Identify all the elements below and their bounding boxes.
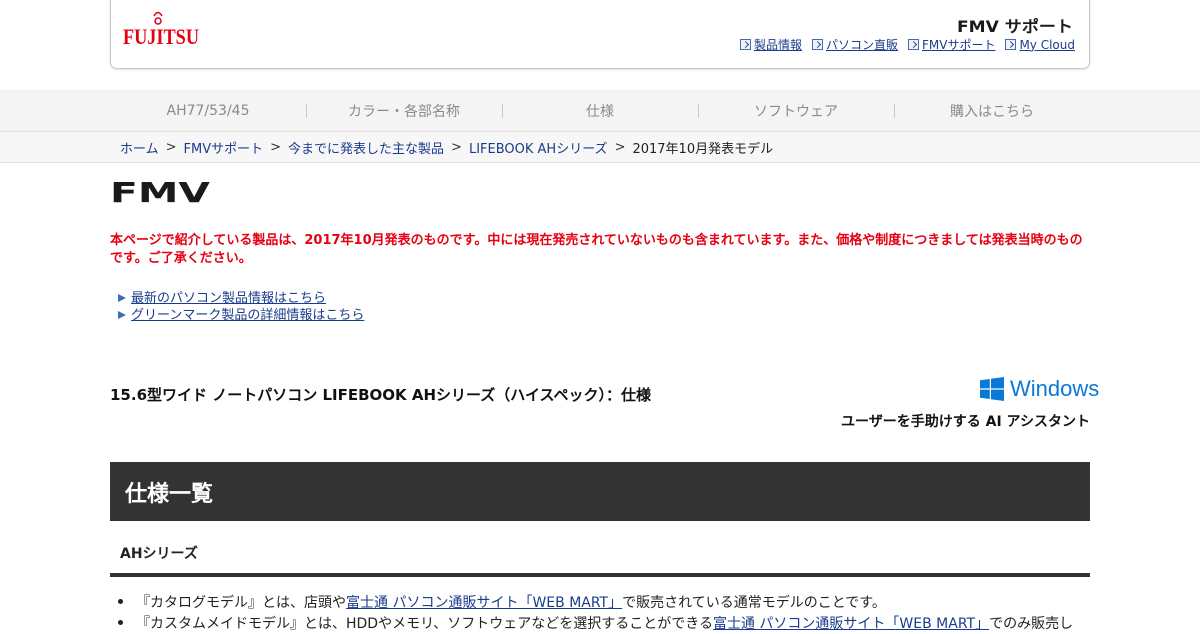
note-text: 『カタログモデル』とは、店頭や xyxy=(136,595,346,611)
breadcrumb-home[interactable]: ホーム xyxy=(120,138,159,157)
windows-logo-text: Windows xyxy=(1010,376,1100,401)
breadcrumb-past-products[interactable]: 今までに発表した主な製品 xyxy=(288,138,444,157)
breadcrumb-bar: ホーム > FMVサポート > 今までに発表した主な製品 > LIFEBOOK … xyxy=(0,131,1200,163)
web-mart-link[interactable]: 富士通 パソコン通販サイト「WEB MART」 xyxy=(346,595,622,611)
arrow-box-icon xyxy=(811,39,823,50)
release-notice: 本ページで紹介している製品は、2017年10月発表のものです。中には現在発売され… xyxy=(110,233,1083,266)
fujitsu-logo-text: FUJITSU xyxy=(123,24,199,49)
top-link-products[interactable]: 製品情報 xyxy=(739,36,802,53)
breadcrumb-lifebook-ah[interactable]: LIFEBOOK AHシリーズ xyxy=(469,138,608,157)
info-link-item: 最新のパソコン製品情報はこちら xyxy=(118,288,364,306)
tab-models[interactable]: AH77/53/45 xyxy=(110,90,306,132)
breadcrumb-fmv-support[interactable]: FMVサポート xyxy=(184,138,264,157)
fujitsu-logo[interactable]: FUJITSU xyxy=(123,9,203,49)
fmv-logo-text: FMV xyxy=(110,179,210,204)
triangle-bullet-icon xyxy=(118,310,126,319)
series-label: AHシリーズ xyxy=(120,546,198,562)
model-notes: 『カタログモデル』とは、店頭や富士通 パソコン通販サイト「WEB MART」で販… xyxy=(118,592,1090,634)
nav-bar: AH77/53/45 カラー・各部名称 仕様 ソフトウェア 購入はこちら xyxy=(0,90,1200,132)
note-text: で販売されている通常モデルのことです。 xyxy=(622,595,886,611)
fmv-logo: FMV xyxy=(110,179,210,204)
tab-purchase[interactable]: 購入はこちら xyxy=(894,90,1090,132)
green-mark-link[interactable]: グリーンマーク製品の詳細情報はこちら xyxy=(131,304,364,323)
breadcrumb-separator: > xyxy=(165,139,177,155)
top-link-my-cloud[interactable]: My Cloud xyxy=(1005,36,1075,53)
fmv-support-logo[interactable]: FMV サポート xyxy=(957,15,1073,35)
triangle-bullet-icon xyxy=(118,293,126,302)
fmv-support-logo-text: FMV サポート xyxy=(957,17,1073,35)
spec-list-heading: 仕様一覧 xyxy=(110,462,1090,521)
product-title: 15.6型ワイド ノートパソコン LIFEBOOK AHシリーズ（ハイスペック）… xyxy=(110,386,651,404)
info-links: 最新のパソコン製品情報はこちら グリーンマーク製品の詳細情報はこちら xyxy=(118,288,364,323)
nav-tabs: AH77/53/45 カラー・各部名称 仕様 ソフトウェア 購入はこちら xyxy=(110,90,1090,132)
tab-colors-parts[interactable]: カラー・各部名称 xyxy=(306,90,502,132)
breadcrumb: ホーム > FMVサポート > 今までに発表した主な製品 > LIFEBOOK … xyxy=(120,132,773,162)
arrow-box-icon xyxy=(1005,39,1017,50)
breadcrumb-current: 2017年10月発表モデル xyxy=(632,141,774,157)
windows-icon xyxy=(980,377,1004,401)
bullet-icon xyxy=(118,620,123,625)
arrow-box-icon xyxy=(739,39,751,50)
section-divider xyxy=(110,573,1090,577)
top-link-direct-sales[interactable]: パソコン直販 xyxy=(811,36,898,53)
breadcrumb-separator: > xyxy=(270,139,282,155)
list-item: 『カタログモデル』とは、店頭や富士通 パソコン通販サイト「WEB MART」で販… xyxy=(118,592,1090,613)
bullet-icon xyxy=(118,599,123,604)
breadcrumb-separator: > xyxy=(451,139,462,155)
arrow-box-icon xyxy=(907,39,919,50)
site-header: FUJITSU FMV サポート 製品情報 パソコン直販 FMVサポート My … xyxy=(110,0,1090,69)
tab-software[interactable]: ソフトウェア xyxy=(698,90,894,132)
assistant-tagline: ユーザーを手助けする AI アシスタント xyxy=(841,414,1090,430)
breadcrumb-separator: > xyxy=(614,139,626,155)
list-item: 『カスタムメイドモデル』とは、HDDやメモリ、ソフトウェアなどを選択することがで… xyxy=(118,613,1090,634)
top-links: 製品情報 パソコン直販 FMVサポート My Cloud xyxy=(739,36,1075,53)
tab-specs[interactable]: 仕様 xyxy=(502,90,698,132)
top-link-fmv-support[interactable]: FMVサポート xyxy=(907,36,995,53)
info-link-item: グリーンマーク製品の詳細情報はこちら xyxy=(118,304,364,323)
windows-logo: Windows xyxy=(980,376,1099,402)
